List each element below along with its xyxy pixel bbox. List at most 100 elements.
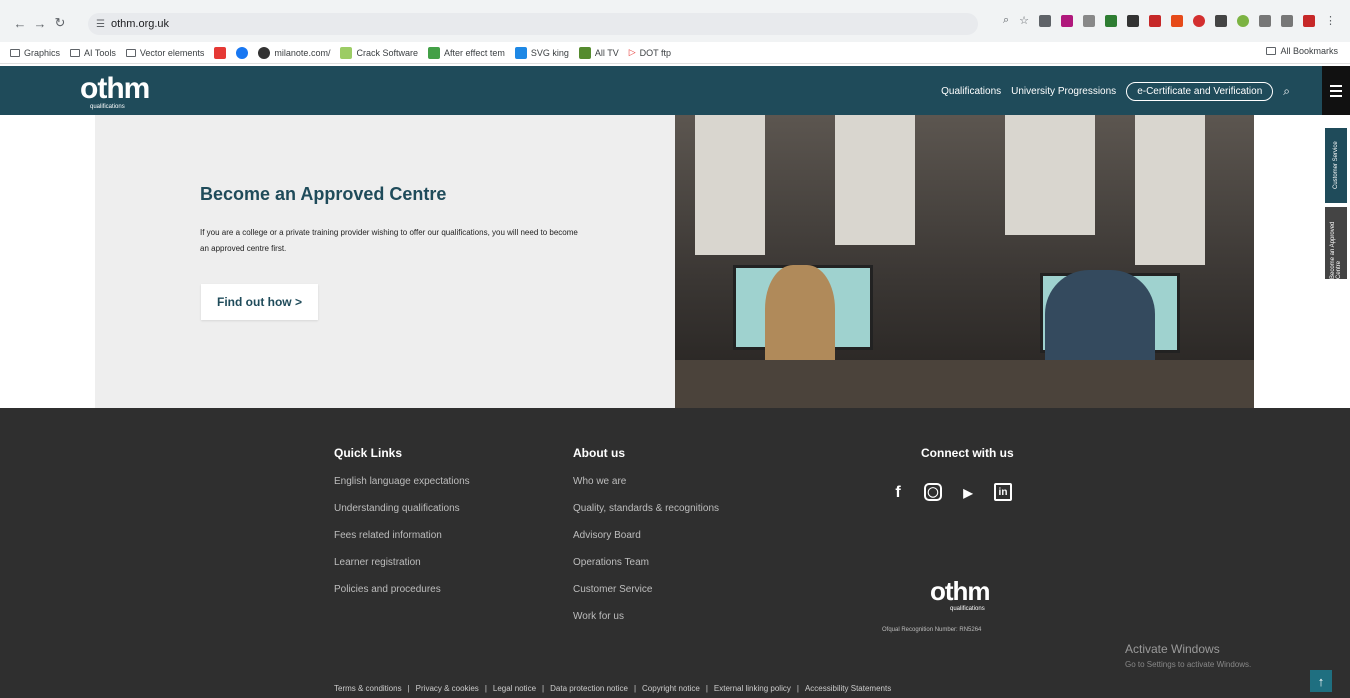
extension-icon[interactable] bbox=[1281, 14, 1293, 27]
bookmark-item[interactable]: Graphics bbox=[10, 48, 60, 58]
footer-link[interactable]: Understanding qualifications bbox=[334, 503, 470, 514]
nav-qualifications[interactable]: Qualifications bbox=[941, 86, 1001, 97]
approved-centre-tab[interactable]: Become an Approved Centre bbox=[1325, 207, 1347, 279]
logo-subtitle: qualifications bbox=[90, 104, 125, 110]
all-bookmarks[interactable]: All Bookmarks bbox=[1266, 46, 1338, 56]
extension-puzzle-icon[interactable] bbox=[1259, 14, 1271, 27]
youtube-icon[interactable]: ▶ bbox=[958, 483, 978, 503]
bookmarks-bar: Graphics AI Tools Vector elements milano… bbox=[0, 42, 1350, 64]
separator: | bbox=[484, 684, 487, 693]
bookmark-item[interactable]: ▷ DOT ftp bbox=[629, 47, 671, 58]
bookmark-item[interactable]: milanote.com/ bbox=[258, 46, 330, 59]
facebook-icon bbox=[236, 46, 249, 59]
footer-link[interactable]: Advisory Board bbox=[573, 530, 719, 541]
hamburger-menu-icon[interactable] bbox=[1322, 66, 1350, 115]
photo-window bbox=[695, 115, 765, 255]
quick-links-heading: Quick Links bbox=[334, 446, 403, 460]
photo-person bbox=[765, 265, 835, 375]
milanote-icon bbox=[258, 46, 271, 59]
approved-centre-panel: Become an Approved Centre If you are a c… bbox=[95, 115, 675, 408]
separator: | bbox=[796, 684, 799, 693]
footer-logo[interactable]: othm bbox=[930, 576, 991, 607]
legal-link[interactable]: Legal notice bbox=[493, 684, 536, 693]
legal-link[interactable]: Privacy & cookies bbox=[416, 684, 479, 693]
address-bar[interactable]: ☰ othm.org.uk bbox=[88, 13, 978, 35]
nav-ecertificate-button[interactable]: e-Certificate and Verification bbox=[1126, 82, 1274, 101]
footer-link[interactable]: Operations Team bbox=[573, 557, 719, 568]
footer-link[interactable]: Customer Service bbox=[573, 584, 719, 595]
extension-icon[interactable] bbox=[1061, 14, 1073, 27]
footer-link[interactable]: Policies and procedures bbox=[334, 584, 470, 595]
footer-link[interactable]: English language expectations bbox=[334, 476, 470, 487]
footer-link[interactable]: Who we are bbox=[573, 476, 719, 487]
legal-links: Terms & conditions | Privacy & cookies | L… bbox=[334, 684, 891, 693]
folder-icon bbox=[10, 48, 20, 57]
bookmark-item[interactable]: All TV bbox=[578, 46, 619, 59]
extension-icon[interactable] bbox=[1149, 14, 1161, 27]
folder-icon bbox=[125, 48, 136, 57]
footer-link[interactable]: Learner registration bbox=[334, 557, 470, 568]
scroll-to-top-icon[interactable]: ↑ bbox=[1310, 670, 1332, 692]
extension-icon[interactable] bbox=[1215, 14, 1227, 27]
forward-icon[interactable]: → bbox=[30, 13, 50, 33]
browser-chrome: ← → ↻ ☰ othm.org.uk ⌕ ☆ ⋮ bbox=[0, 0, 1350, 42]
extension-icon[interactable] bbox=[1039, 14, 1051, 27]
legal-link[interactable]: Data protection notice bbox=[550, 684, 628, 693]
office-photo bbox=[675, 115, 1254, 408]
facebook-bookmark[interactable] bbox=[236, 46, 249, 59]
star-icon[interactable]: ☆ bbox=[1019, 14, 1029, 27]
menu-dots-icon[interactable]: ⋮ bbox=[1325, 14, 1336, 27]
extension-icon[interactable] bbox=[1193, 14, 1205, 27]
site-header: othm qualifications Qualifications Unive… bbox=[0, 66, 1350, 115]
photo-window bbox=[1005, 115, 1095, 235]
svg-king-icon bbox=[514, 46, 527, 59]
hero-title: Become an Approved Centre bbox=[200, 184, 447, 204]
search-icon[interactable]: ⌕ bbox=[1283, 84, 1290, 99]
linkedin-icon[interactable]: in bbox=[994, 483, 1012, 501]
about-heading: About us bbox=[573, 446, 625, 460]
youtube-bookmark[interactable] bbox=[214, 46, 227, 59]
extension-icon[interactable] bbox=[1105, 14, 1117, 27]
facebook-icon[interactable]: f bbox=[888, 483, 908, 503]
activate-windows-watermark: Activate Windows bbox=[1125, 642, 1220, 656]
site-footer: Quick Links English language expectation… bbox=[0, 408, 1350, 698]
crack-software-icon bbox=[340, 46, 353, 59]
about-column: About us Who we are Quality, standards &… bbox=[573, 446, 719, 638]
bookmark-item[interactable]: AI Tools bbox=[70, 48, 116, 58]
footer-link[interactable]: Fees related information bbox=[334, 530, 470, 541]
extension-icon[interactable] bbox=[1083, 14, 1095, 27]
bookmark-item[interactable]: SVG king bbox=[514, 46, 569, 59]
zoom-icon[interactable]: ⌕ bbox=[1003, 14, 1009, 27]
legal-link[interactable]: Copyright notice bbox=[642, 684, 700, 693]
separator: | bbox=[633, 684, 637, 693]
footer-link[interactable]: Quality, standards & recognitions bbox=[573, 503, 719, 514]
extension-icon[interactable] bbox=[1303, 14, 1315, 27]
extension-icon[interactable] bbox=[1237, 14, 1249, 27]
legal-link[interactable]: Terms & conditions bbox=[334, 684, 402, 693]
site-info-icon[interactable]: ☰ bbox=[96, 19, 105, 30]
othm-logo[interactable]: othm bbox=[80, 72, 150, 106]
photo-window bbox=[835, 115, 915, 245]
bookmark-item[interactable]: Vector elements bbox=[125, 48, 204, 58]
extension-icon[interactable] bbox=[1127, 14, 1139, 27]
legal-link[interactable]: Accessibility Statements bbox=[805, 684, 891, 693]
extension-icon[interactable] bbox=[1171, 14, 1183, 27]
all-tv-icon bbox=[578, 46, 591, 59]
find-out-how-button[interactable]: Find out how > bbox=[201, 284, 318, 320]
bookmark-item[interactable]: After effect tem bbox=[427, 46, 505, 59]
instagram-icon[interactable]: ◯ bbox=[924, 483, 942, 501]
after-effects-icon bbox=[427, 46, 440, 59]
quick-links-column: Quick Links English language expectation… bbox=[334, 446, 470, 611]
footer-link[interactable]: Work for us bbox=[573, 611, 719, 622]
activate-windows-subtext: Go to Settings to activate Windows. bbox=[1125, 660, 1252, 669]
reload-icon[interactable]: ↻ bbox=[50, 13, 70, 33]
nav-university-progressions[interactable]: University Progressions bbox=[1011, 86, 1116, 97]
legal-link[interactable]: External linking policy bbox=[714, 684, 791, 693]
play-icon: ▷ bbox=[628, 47, 636, 57]
footer-logo-subtitle: qualifications bbox=[950, 606, 985, 612]
bookmark-item[interactable]: Crack Software bbox=[340, 46, 418, 59]
back-icon[interactable]: ← bbox=[10, 13, 30, 33]
customer-service-tab[interactable]: Customer Service bbox=[1325, 128, 1347, 203]
folder-icon bbox=[70, 48, 81, 57]
url-text: othm.org.uk bbox=[110, 18, 170, 30]
